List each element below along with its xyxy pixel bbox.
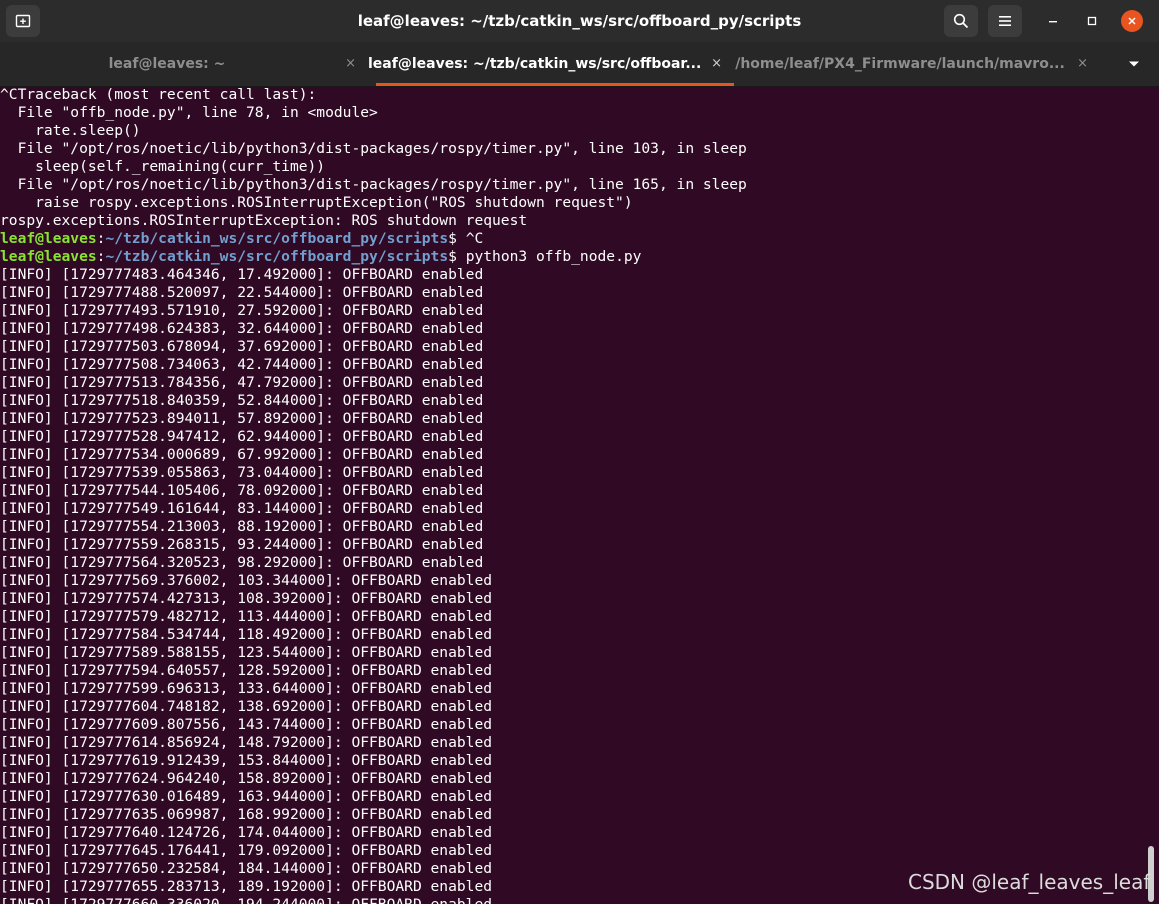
prompt-line: leaf@leaves:~/tzb/catkin_ws/src/offboard… xyxy=(0,230,1146,248)
tab-home[interactable]: leaf@leaves: ~ × xyxy=(0,42,368,86)
log-line: [INFO] [1729777488.520097, 22.544000]: O… xyxy=(0,284,484,301)
log-line: [INFO] [1729777503.678094, 37.692000]: O… xyxy=(0,338,484,355)
terminal-line: rospy.exceptions.ROSInterruptException: … xyxy=(0,212,528,229)
log-line: [INFO] [1729777513.784356, 47.792000]: O… xyxy=(0,374,484,391)
log-line: [INFO] [1729777609.807556, 143.744000]: … xyxy=(0,716,493,733)
tab-bar: leaf@leaves: ~ × leaf@leaves: ~/tzb/catk… xyxy=(0,42,1159,87)
maximize-button[interactable] xyxy=(1081,10,1103,32)
terminal-line: File "/opt/ros/noetic/lib/python3/dist-p… xyxy=(0,176,747,193)
prompt-user: leaf@leaves xyxy=(0,248,97,265)
tab-label: /home/leaf/PX4_Firmware/launch/mavro... xyxy=(735,56,1065,72)
log-line: [INFO] [1729777584.534744, 118.492000]: … xyxy=(0,626,493,643)
log-line: [INFO] [1729777589.588155, 123.544000]: … xyxy=(0,644,493,661)
log-line: [INFO] [1729777528.947412, 62.944000]: O… xyxy=(0,428,484,445)
log-line: [INFO] [1729777604.748182, 138.692000]: … xyxy=(0,698,493,715)
log-line: [INFO] [1729777645.176441, 179.092000]: … xyxy=(0,842,493,859)
log-line: [INFO] [1729777594.640557, 128.592000]: … xyxy=(0,662,493,679)
log-line: [INFO] [1729777574.427313, 108.392000]: … xyxy=(0,590,493,607)
prompt-path: ~/tzb/catkin_ws/src/offboard_py/scripts xyxy=(105,230,449,247)
log-line: [INFO] [1729777493.571910, 27.592000]: O… xyxy=(0,302,484,319)
maximize-icon xyxy=(1087,16,1097,26)
log-line: [INFO] [1729777539.055863, 73.044000]: O… xyxy=(0,464,484,481)
log-line: [INFO] [1729777534.000689, 67.992000]: O… xyxy=(0,446,484,463)
prompt-symbol: $ xyxy=(448,230,466,247)
watermark: CSDN @leaf_leaves_leaf xyxy=(908,870,1151,894)
terminal-line: ^CTraceback (most recent call last): xyxy=(0,86,317,103)
log-line: [INFO] [1729777523.894011, 57.892000]: O… xyxy=(0,410,484,427)
log-line: [INFO] [1729777614.856924, 148.792000]: … xyxy=(0,734,493,751)
tab-close-icon[interactable]: × xyxy=(711,42,722,86)
tab-scripts[interactable]: leaf@leaves: ~/tzb/catkin_ws/src/offboar… xyxy=(368,42,734,86)
terminal-line: File "offb_node.py", line 78, in <module… xyxy=(0,104,378,121)
tab-list-button[interactable] xyxy=(1112,42,1156,86)
terminal-output[interactable]: ^CTraceback (most recent call last): Fil… xyxy=(0,86,1146,904)
log-line: [INFO] [1729777564.320523, 98.292000]: O… xyxy=(0,554,484,571)
tab-label: leaf@leaves: ~/tzb/catkin_ws/src/offboar… xyxy=(368,56,700,72)
hamburger-menu-icon xyxy=(999,16,1011,26)
terminal-line: File "/opt/ros/noetic/lib/python3/dist-p… xyxy=(0,140,747,157)
menu-button[interactable] xyxy=(988,5,1022,37)
chevron-down-icon xyxy=(1129,61,1139,67)
terminal-line: sleep(self._remaining(curr_time)) xyxy=(0,158,326,175)
log-line: [INFO] [1729777483.464346, 17.492000]: O… xyxy=(0,266,484,283)
minimize-icon xyxy=(1049,21,1057,23)
log-line: [INFO] [1729777569.376002, 103.344000]: … xyxy=(0,572,493,589)
prompt-line: leaf@leaves:~/tzb/catkin_ws/src/offboard… xyxy=(0,248,1146,266)
log-line: [INFO] [1729777640.124726, 174.044000]: … xyxy=(0,824,493,841)
log-output: [INFO] [1729777483.464346, 17.492000]: O… xyxy=(0,266,1146,904)
search-button[interactable] xyxy=(944,5,978,37)
log-line: [INFO] [1729777554.213003, 88.192000]: O… xyxy=(0,518,484,535)
prompt-path: ~/tzb/catkin_ws/src/offboard_py/scripts xyxy=(105,248,449,265)
log-line: [INFO] [1729777518.840359, 52.844000]: O… xyxy=(0,392,484,409)
log-line: [INFO] [1729777559.268315, 93.244000]: O… xyxy=(0,536,484,553)
search-icon xyxy=(953,13,969,29)
prompt-user: leaf@leaves xyxy=(0,230,97,247)
tab-label: leaf@leaves: ~ xyxy=(108,56,226,72)
log-line: [INFO] [1729777549.161644, 83.144000]: O… xyxy=(0,500,484,517)
minimize-button[interactable] xyxy=(1042,10,1064,32)
log-line: [INFO] [1729777630.016489, 163.944000]: … xyxy=(0,788,493,805)
log-line: [INFO] [1729777624.964240, 158.892000]: … xyxy=(0,770,493,787)
terminal-line: raise rospy.exceptions.ROSInterruptExcep… xyxy=(0,194,633,211)
log-line: [INFO] [1729777579.482712, 113.444000]: … xyxy=(0,608,493,625)
log-line: [INFO] [1729777544.105406, 78.092000]: O… xyxy=(0,482,484,499)
command-text: python3 offb_node.py xyxy=(465,248,642,265)
terminal-scrollbar[interactable] xyxy=(1146,86,1159,904)
log-line: [INFO] [1729777508.734063, 42.744000]: O… xyxy=(0,356,484,373)
tab-px4-launch[interactable]: /home/leaf/PX4_Firmware/launch/mavro... … xyxy=(734,42,1100,86)
terminal-line: rate.sleep() xyxy=(0,122,141,139)
close-icon xyxy=(1128,17,1136,25)
tab-close-icon[interactable]: × xyxy=(345,42,356,86)
log-line: [INFO] [1729777619.912439, 153.844000]: … xyxy=(0,752,493,769)
title-bar: leaf@leaves: ~/tzb/catkin_ws/src/offboar… xyxy=(0,0,1159,42)
command-text: ^C xyxy=(465,230,484,247)
log-line: [INFO] [1729777660.336020, 194.244000]: … xyxy=(0,896,1146,904)
tab-close-icon[interactable]: × xyxy=(1077,42,1088,86)
window-title: leaf@leaves: ~/tzb/catkin_ws/src/offboar… xyxy=(357,12,802,30)
close-window-button[interactable] xyxy=(1121,10,1143,32)
log-line: [INFO] [1729777599.696313, 133.644000]: … xyxy=(0,680,493,697)
prompt-symbol: $ xyxy=(448,248,466,265)
log-line: [INFO] [1729777498.624383, 32.644000]: O… xyxy=(0,320,484,337)
log-line: [INFO] [1729777635.069987, 168.992000]: … xyxy=(0,806,493,823)
